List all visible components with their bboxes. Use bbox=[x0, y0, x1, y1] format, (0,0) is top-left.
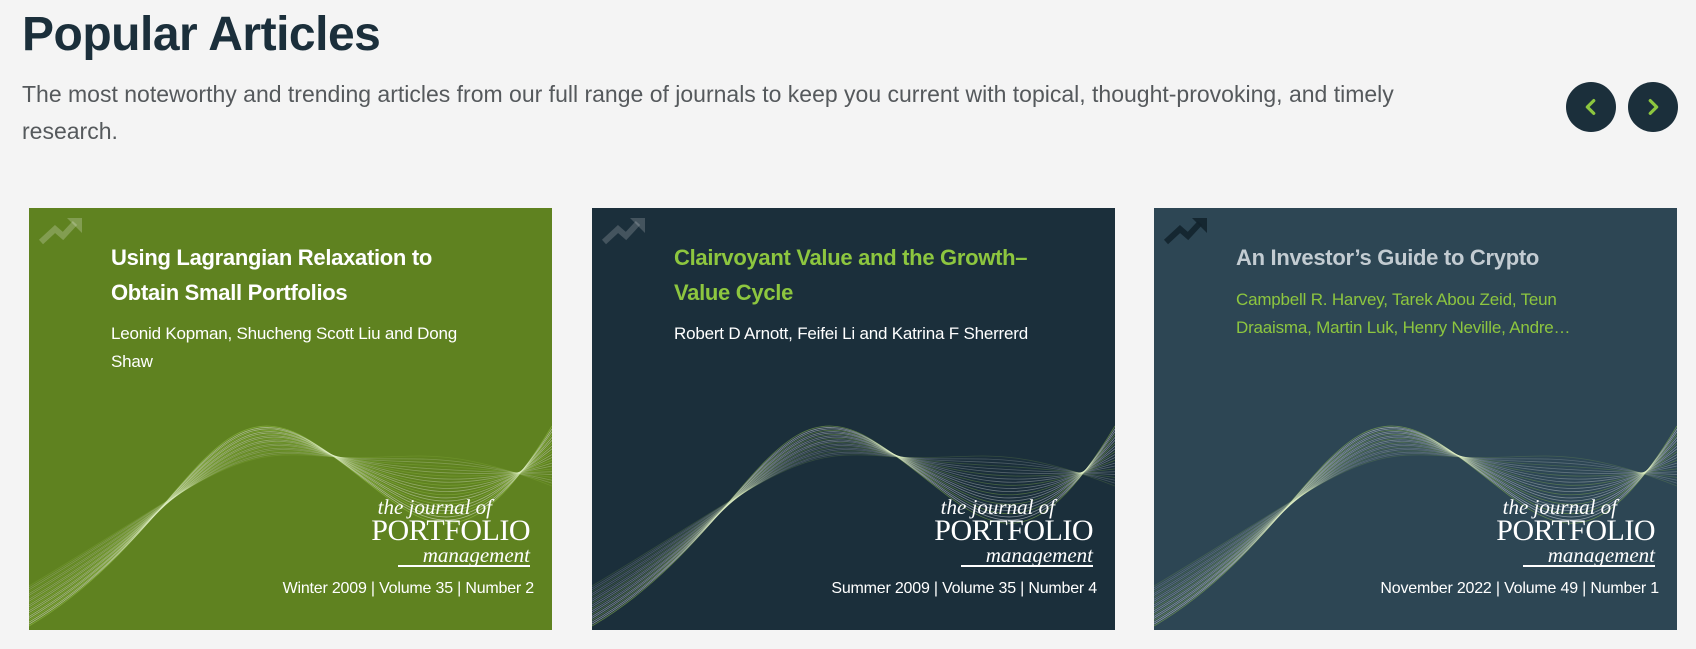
article-title[interactable]: Clairvoyant Value and the Growth–Value C… bbox=[674, 240, 1054, 310]
carousel-prev-button[interactable] bbox=[1566, 82, 1616, 132]
article-authors: Campbell R. Harvey, Tarek Abou Zeid, Teu… bbox=[1236, 290, 1571, 337]
article-card[interactable]: Clairvoyant Value and the Growth–Value C… bbox=[592, 208, 1115, 630]
trending-up-icon bbox=[601, 218, 645, 245]
chevron-right-icon bbox=[1648, 98, 1659, 116]
article-issue: November 2022 | Volume 49 | Number 1 bbox=[1380, 580, 1659, 597]
article-card[interactable]: Using Lagrangian Relaxation to Obtain Sm… bbox=[29, 208, 552, 630]
carousel-next-button[interactable] bbox=[1628, 82, 1678, 132]
article-issue: Summer 2009 | Volume 35 | Number 4 bbox=[831, 580, 1097, 597]
article-authors: Robert D Arnott, Feifei Li and Katrina F… bbox=[674, 324, 1028, 343]
article-title[interactable]: Using Lagrangian Relaxation to Obtain Sm… bbox=[111, 240, 491, 310]
article-issue: Winter 2009 | Volume 35 | Number 2 bbox=[282, 580, 535, 597]
article-card[interactable]: An Investor’s Guide to Crypto Campbell R… bbox=[1154, 208, 1677, 630]
trending-up-icon bbox=[38, 218, 82, 245]
article-title[interactable]: An Investor’s Guide to Crypto bbox=[1236, 240, 1616, 275]
journal-logo: the journal of PORTFOLIO management bbox=[371, 495, 531, 567]
chevron-left-icon bbox=[1585, 98, 1596, 116]
trending-up-icon bbox=[1163, 218, 1207, 245]
section-title: Popular Articles bbox=[22, 8, 381, 61]
journal-logo: the journal of PORTFOLIO management bbox=[1496, 495, 1656, 567]
journal-logo: the journal of PORTFOLIO management bbox=[934, 495, 1094, 567]
article-authors: Leonid Kopman, Shucheng Scott Liu and Do… bbox=[111, 324, 458, 371]
section-description: The most noteworthy and trending article… bbox=[22, 81, 1394, 144]
